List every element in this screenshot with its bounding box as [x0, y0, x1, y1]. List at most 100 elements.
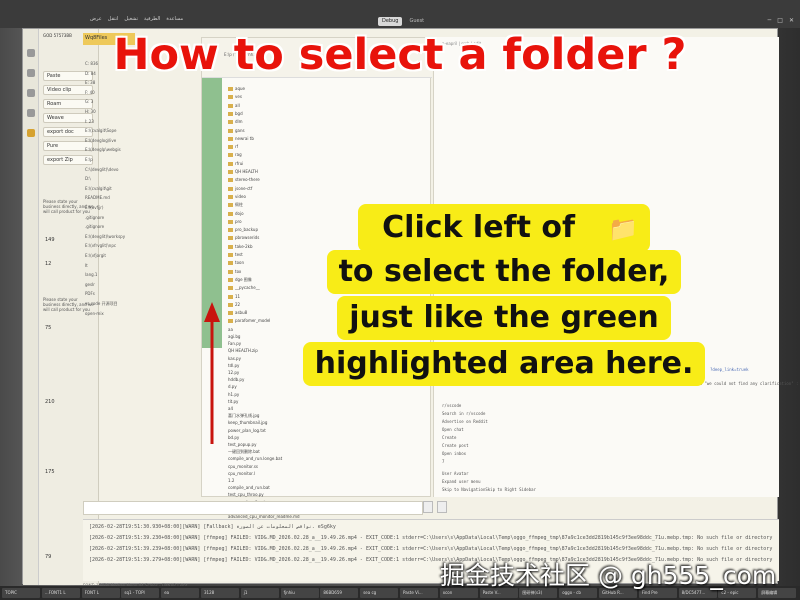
menu-item[interactable]: تشغيل	[124, 16, 138, 26]
send-button[interactable]	[437, 501, 447, 513]
file-row[interactable]: tdl.py	[228, 363, 239, 368]
sidebar-row[interactable]: .gitignore	[85, 215, 104, 220]
folder-row[interactable]: all	[228, 103, 240, 108]
folder-row[interactable]: pro	[228, 219, 242, 224]
taskbar-item[interactable]: ea	[161, 588, 200, 598]
file-row[interactable]: agi.bg	[228, 334, 240, 339]
file-row[interactable]: d.py	[228, 384, 237, 389]
close-icon[interactable]: ✕	[789, 17, 794, 24]
guest-tab[interactable]: Guest	[405, 17, 428, 26]
sidebar-row[interactable]: vs code 开源项目	[85, 301, 118, 307]
taskbar-item[interactable]: 86BD659	[320, 588, 359, 598]
file-row[interactable]: 1.2	[228, 478, 234, 483]
folder-row[interactable]: QH HEALTH	[228, 169, 258, 174]
file-row[interactable]: test_popup.py	[228, 442, 256, 447]
file-row[interactable]: QH HEALTH.zip	[228, 348, 258, 353]
menu-item[interactable]: عرض	[90, 16, 102, 26]
menu-item[interactable]: الطرفية	[144, 16, 160, 26]
file-row[interactable]: h1.py	[228, 392, 239, 397]
file-row[interactable]: bd.py	[228, 435, 239, 440]
file-row[interactable]: compile_and_run.bat	[228, 485, 270, 490]
folder-row[interactable]: aque	[228, 86, 245, 91]
sidebar-row[interactable]: E:\(vfrvglit)\npc	[85, 243, 116, 248]
taskbar-item[interactable]: ...FONT1 L	[41, 588, 80, 598]
file-row[interactable]: power_plan_log.txt	[228, 428, 266, 433]
sidebar-row[interactable]: E:\(devglit)\workspy	[85, 234, 125, 239]
menu-item[interactable]: مساعدة	[166, 16, 183, 26]
sidebar-row[interactable]: E:\(ovfjjr)	[85, 205, 103, 210]
folder-row[interactable]: jsone-ctf	[228, 186, 252, 191]
folder-row[interactable]: 佩柱	[228, 202, 243, 208]
menu-item[interactable]: انتقل	[108, 16, 119, 26]
folder-row[interactable]: ves	[228, 94, 242, 100]
folder-row[interactable]: 22	[228, 302, 240, 307]
folder-row[interactable]: rf	[228, 144, 238, 150]
file-row[interactable]: cpu_monitor.ss	[228, 464, 258, 469]
folder-row[interactable]: asbu8	[228, 310, 247, 316]
sidebar-row[interactable]: E: 38	[85, 80, 95, 85]
file-row[interactable]: hddb.py	[228, 377, 244, 382]
folder-row[interactable]: dlm	[228, 119, 243, 125]
taskbar-item[interactable]: j1	[240, 588, 279, 598]
folder-row[interactable]: dge 图像	[228, 277, 252, 283]
sidebar-row[interactable]: E:\(cvalgit\Sope	[85, 128, 116, 133]
folder-row[interactable]: test	[228, 252, 243, 257]
sidebar-row[interactable]: E:\(vfjorgit	[85, 253, 106, 258]
sidebar-row[interactable]: lang.1	[85, 272, 97, 277]
folder-row[interactable]: __pycache__	[228, 285, 260, 291]
folder-row[interactable]: toon	[228, 260, 244, 266]
sidebar-row[interactable]: E:\(devglog\live	[85, 138, 116, 143]
sidebar-row[interactable]: I: 23	[85, 119, 94, 124]
folder-row[interactable]: parafomer_model	[228, 318, 270, 324]
folder-row[interactable]: 11	[228, 294, 240, 299]
taskbar-item[interactable]: sea cg	[360, 588, 399, 598]
sidebar-row[interactable]: PDFs	[85, 291, 95, 296]
taskbar-item[interactable]: 3128	[201, 588, 239, 598]
folder-row[interactable]: pro_backup	[228, 227, 258, 233]
minimize-icon[interactable]: ─	[768, 17, 772, 24]
chat-input[interactable]	[83, 501, 423, 515]
sidebar-row[interactable]: E:\(cvalgit\git	[85, 186, 112, 191]
sidebar-row[interactable]: C:\(devglit)\devo	[85, 167, 118, 172]
folder-row[interactable]: gans	[228, 128, 245, 133]
sidebar-row[interactable]: F: 40	[85, 90, 95, 95]
file-row[interactable]: tit.py	[228, 399, 238, 404]
file-row[interactable]: aa	[228, 327, 233, 332]
sidebar-row[interactable]: E:\(devglp\webgis	[85, 147, 121, 152]
taskbar-item[interactable]: FONT L	[81, 588, 120, 598]
extensions-icon[interactable]	[27, 129, 35, 137]
taskbar-item[interactable]: Paste Vi...	[400, 588, 438, 598]
file-row[interactable]: 一键回到删除.bat	[228, 449, 260, 455]
sidebar-row[interactable]: H: 30	[85, 109, 96, 114]
folder-row[interactable]: rag	[228, 152, 242, 158]
file-row[interactable]: 喜门水弹孔线.jpg	[228, 413, 259, 419]
file-row[interactable]: test_cpu_throo.py	[228, 492, 264, 497]
folder-row[interactable]: dojo	[228, 211, 244, 216]
folder-row[interactable]: bgd	[228, 111, 243, 116]
folder-row[interactable]: video	[228, 194, 246, 199]
sidebar-row[interactable]: It	[85, 263, 88, 268]
sidebar-row[interactable]: G: 3	[85, 99, 93, 104]
sidebar-row[interactable]: D:\	[85, 176, 91, 181]
folder-row[interactable]: tox	[228, 269, 241, 274]
source-control-icon[interactable]	[27, 89, 35, 97]
sidebar-row[interactable]: .gitignore	[85, 224, 104, 229]
file-row[interactable]: cpu_monitor.l	[228, 471, 255, 476]
file-row[interactable]: keep_thumbnail.jpg	[228, 420, 267, 425]
run-icon[interactable]	[27, 109, 35, 117]
sidebar-row[interactable]: E:\p	[85, 157, 93, 162]
file-row[interactable]: Fan.py	[228, 341, 241, 346]
sidebar-row[interactable]: README.md	[85, 195, 110, 200]
folder-row[interactable]: pbrowserids	[228, 235, 259, 241]
folder-row[interactable]: rfrui	[228, 161, 243, 166]
sidebar-row[interactable]: gesIr	[85, 282, 95, 287]
folder-row[interactable]: newrai tb	[228, 136, 254, 141]
folder-row[interactable]: stereo-there	[228, 177, 260, 183]
debug-tab[interactable]: Debug	[378, 17, 403, 26]
file-row[interactable]: 12.py	[228, 370, 239, 375]
deep-link[interactable]: ?deep_link=truek	[710, 367, 749, 372]
taskbar-item[interactable]: TOPIC	[2, 588, 40, 598]
sidebar-row[interactable]: open-mix	[85, 311, 104, 316]
folder-row[interactable]: take-2kb	[228, 244, 253, 249]
attach-button[interactable]	[423, 501, 433, 513]
